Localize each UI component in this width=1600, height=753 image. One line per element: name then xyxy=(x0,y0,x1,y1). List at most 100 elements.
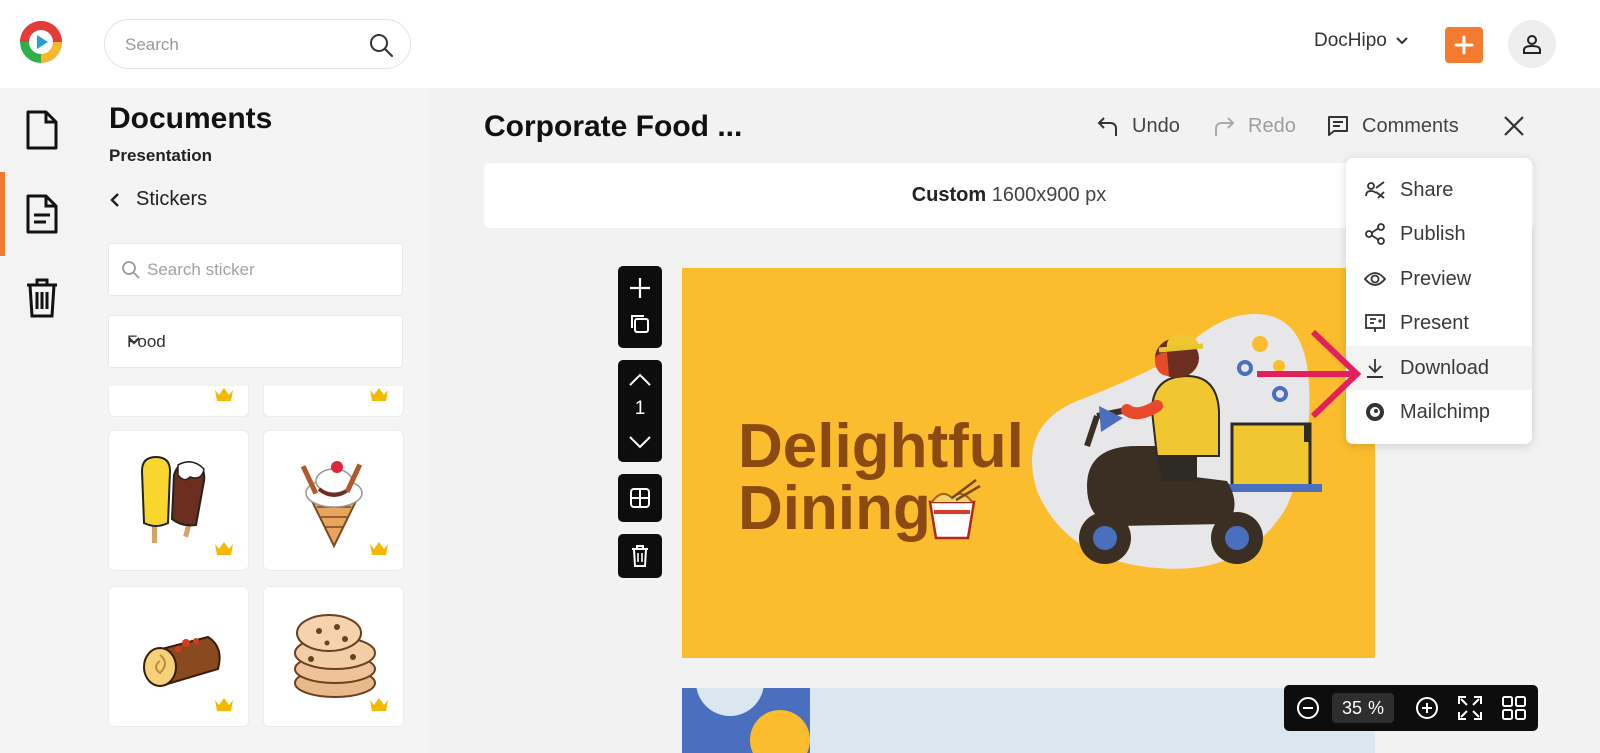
grid-icon xyxy=(629,487,651,509)
close-icon[interactable] xyxy=(1502,114,1526,138)
global-search xyxy=(104,19,411,69)
sticker-card[interactable] xyxy=(263,386,404,417)
undo-button[interactable]: Undo xyxy=(1096,114,1180,138)
trash-icon xyxy=(24,277,60,319)
sticker-search xyxy=(108,243,403,296)
panel-title: Documents xyxy=(109,102,273,135)
redo-button[interactable]: Redo xyxy=(1212,114,1296,138)
chevron-down-icon xyxy=(127,336,384,346)
delete-group xyxy=(618,534,662,578)
create-new-button[interactable] xyxy=(1445,27,1483,63)
zoom-out-icon[interactable] xyxy=(1295,695,1321,721)
download-icon xyxy=(1364,357,1386,379)
plus-icon xyxy=(1454,35,1474,55)
search-icon[interactable] xyxy=(368,32,394,58)
layout-group xyxy=(618,474,662,522)
share-menu: Share Publish Preview Present Download M… xyxy=(1346,158,1532,444)
undo-label: Undo xyxy=(1132,114,1180,137)
share-icon xyxy=(1364,180,1386,200)
chevron-left-icon xyxy=(110,192,120,208)
page-nav-group: 1 xyxy=(618,360,662,462)
redo-icon xyxy=(1212,114,1236,138)
search-icon xyxy=(121,260,141,280)
menu-item-present[interactable]: Present xyxy=(1346,301,1532,345)
back-label: Stickers xyxy=(136,188,208,210)
page-number: 1 xyxy=(634,398,646,419)
publish-icon xyxy=(1364,223,1386,245)
menu-item-mailchimp[interactable]: Mailchimp xyxy=(1346,390,1532,434)
premium-crown-icon xyxy=(214,540,234,556)
nav-documents[interactable] xyxy=(0,88,84,172)
grid-view-icon[interactable] xyxy=(1501,695,1527,721)
comments-label: Comments xyxy=(1362,114,1459,137)
documents-panel: Documents Presentation Stickers Food xyxy=(84,88,430,753)
slide-2-decoration xyxy=(682,688,810,753)
premium-crown-icon xyxy=(369,386,389,402)
annotation-arrow-icon xyxy=(1257,329,1362,419)
premium-crown-icon xyxy=(369,696,389,712)
category-select[interactable]: Food xyxy=(108,315,403,368)
nav-my-documents[interactable] xyxy=(0,172,84,256)
sticker-card[interactable] xyxy=(108,386,249,417)
menu-item-label: Present xyxy=(1400,311,1469,334)
slide-canvas[interactable]: Delightful Dining xyxy=(682,268,1375,658)
zoom-toolbar: 35 % xyxy=(1284,685,1538,731)
add-page-button[interactable] xyxy=(618,272,662,304)
premium-crown-icon xyxy=(214,386,234,402)
sticker-card-cookies[interactable] xyxy=(263,586,404,727)
panel-subtitle: Presentation xyxy=(109,146,212,165)
text-document-icon xyxy=(24,193,60,235)
premium-crown-icon xyxy=(369,540,389,556)
nav-trash[interactable] xyxy=(0,256,84,340)
noodle-box-sticker[interactable] xyxy=(922,478,982,544)
back-to-stickers-button[interactable]: Stickers xyxy=(110,188,207,211)
mailchimp-icon xyxy=(1364,401,1386,423)
slide-heading-line1: Delightful xyxy=(738,412,1024,481)
page-layout-button[interactable] xyxy=(618,474,662,522)
plus-icon xyxy=(629,277,651,299)
app-logo-icon[interactable] xyxy=(18,19,64,65)
top-bar: DocHipo xyxy=(0,0,1600,88)
global-search-input[interactable] xyxy=(125,33,355,57)
document-icon xyxy=(24,109,60,151)
sticker-card-ice-cream[interactable] xyxy=(263,430,404,571)
menu-item-preview[interactable]: Preview xyxy=(1346,257,1532,301)
undo-icon xyxy=(1096,114,1120,138)
menu-item-label: Download xyxy=(1400,356,1489,379)
next-page-button[interactable] xyxy=(618,428,662,456)
menu-item-label: Preview xyxy=(1400,267,1472,290)
present-icon xyxy=(1364,313,1386,333)
chevron-down-icon xyxy=(1395,36,1409,46)
size-preset: Custom xyxy=(911,184,987,206)
sticker-search-input[interactable] xyxy=(147,258,387,282)
duplicate-page-button[interactable] xyxy=(618,308,662,340)
menu-item-share[interactable]: Share xyxy=(1346,168,1532,212)
zoom-in-icon[interactable] xyxy=(1414,695,1440,721)
workspace-name: DocHipo xyxy=(1314,30,1387,51)
sticker-card-popsicles[interactable] xyxy=(108,430,249,571)
slide-canvas-2[interactable] xyxy=(682,688,1375,753)
menu-item-download[interactable]: Download xyxy=(1346,346,1532,390)
redo-label: Redo xyxy=(1248,114,1296,137)
sticker-card-swiss-roll[interactable] xyxy=(108,586,249,727)
document-title[interactable]: Corporate Food ... xyxy=(484,110,742,144)
user-avatar-button[interactable] xyxy=(1508,20,1556,68)
left-nav xyxy=(0,88,84,753)
premium-crown-icon xyxy=(214,696,234,712)
delete-page-button[interactable] xyxy=(618,534,662,578)
add-duplicate-group xyxy=(618,266,662,348)
menu-item-publish[interactable]: Publish xyxy=(1346,212,1532,256)
menu-item-label: Publish xyxy=(1400,222,1466,245)
zoom-value: 35 xyxy=(1341,697,1362,718)
chevron-up-icon xyxy=(628,373,652,387)
zoom-level[interactable]: 35 % xyxy=(1332,693,1394,723)
menu-item-label: Mailchimp xyxy=(1400,400,1491,423)
eye-icon xyxy=(1364,271,1386,287)
size-dimensions: 1600x900 px xyxy=(991,184,1107,206)
trash-icon xyxy=(631,545,649,567)
chevron-down-icon xyxy=(628,435,652,449)
workspace-dropdown[interactable]: DocHipo xyxy=(1314,30,1409,52)
previous-page-button[interactable] xyxy=(618,366,662,394)
fit-screen-icon[interactable] xyxy=(1457,695,1483,721)
comments-button[interactable]: Comments xyxy=(1326,114,1459,138)
